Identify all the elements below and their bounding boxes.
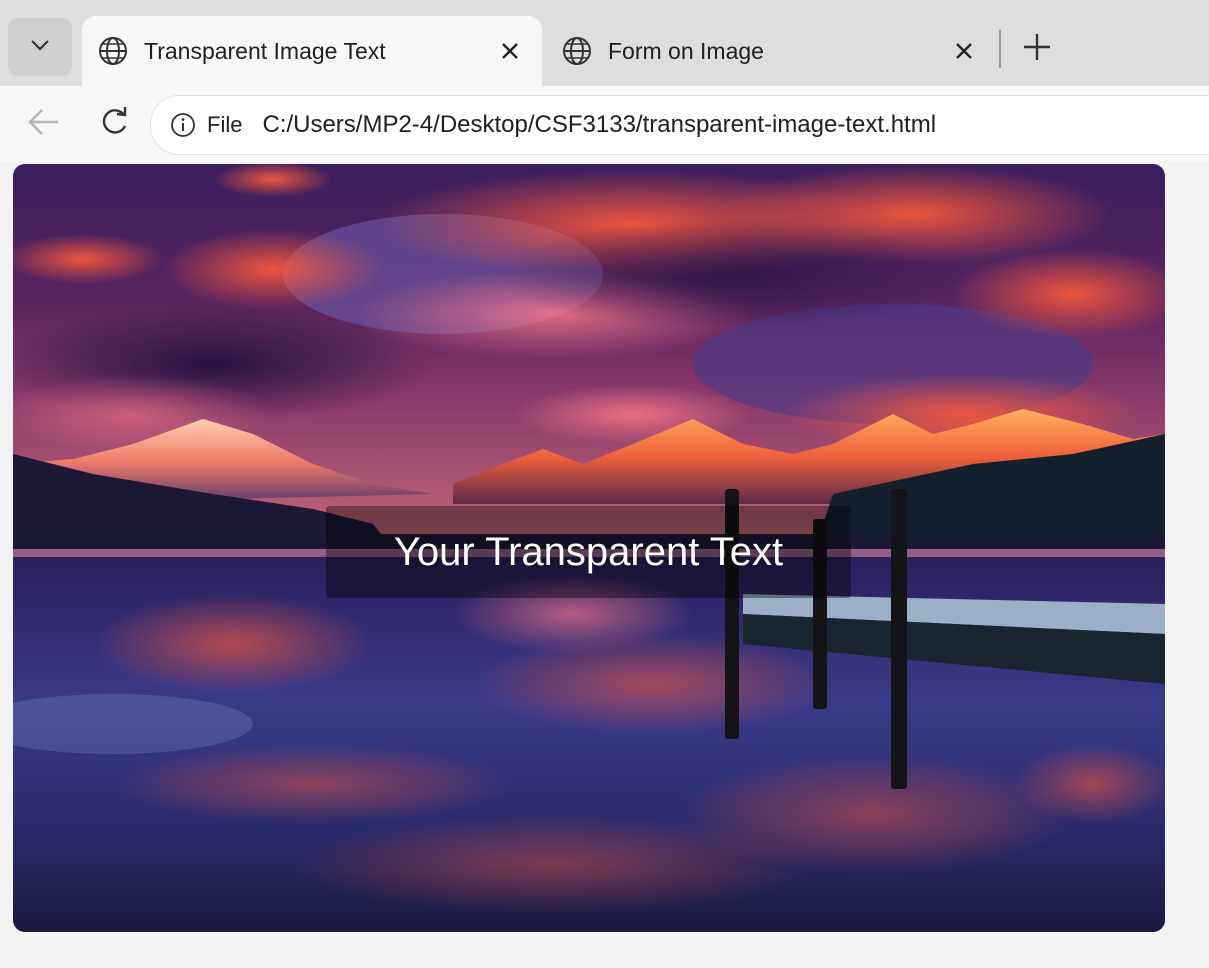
back-arrow-icon (27, 107, 61, 142)
browser-toolbar: File C:/Users/MP2-4/Desktop/CSF3133/tran… (0, 86, 1209, 162)
info-icon[interactable] (169, 111, 197, 139)
globe-icon (560, 34, 594, 68)
tab-search-button[interactable] (8, 18, 72, 76)
page-content: Your Transparent Text (0, 162, 1209, 968)
chevron-down-icon (29, 38, 51, 57)
new-tab-button[interactable] (1017, 29, 1057, 69)
tab-title: Transparent Image Text (144, 37, 386, 64)
close-tab-icon[interactable] (946, 33, 982, 69)
transparent-text-box: Your Transparent Text (326, 506, 851, 598)
reload-icon (98, 106, 130, 143)
reload-button[interactable] (94, 104, 134, 144)
plus-icon (1022, 32, 1052, 67)
tab-transparent-image-text[interactable]: Transparent Image Text (82, 16, 542, 86)
tab-strip: Transparent Image Text Form on Image (0, 0, 1209, 86)
address-bar[interactable]: File C:/Users/MP2-4/Desktop/CSF3133/tran… (150, 95, 1209, 155)
overlay-text: Your Transparent Text (393, 529, 784, 574)
tab-form-on-image[interactable]: Form on Image (546, 16, 996, 86)
url-text[interactable]: C:/Users/MP2-4/Desktop/CSF3133/transpare… (262, 111, 936, 139)
tab-separator (999, 30, 1001, 68)
back-button[interactable] (24, 104, 64, 144)
site-scheme-label: File (207, 112, 243, 137)
tab-title: Form on Image (608, 37, 764, 64)
mountain-lake-sunset-image: Your Transparent Text (13, 164, 1165, 932)
globe-icon (96, 34, 130, 68)
close-tab-icon[interactable] (492, 33, 528, 69)
